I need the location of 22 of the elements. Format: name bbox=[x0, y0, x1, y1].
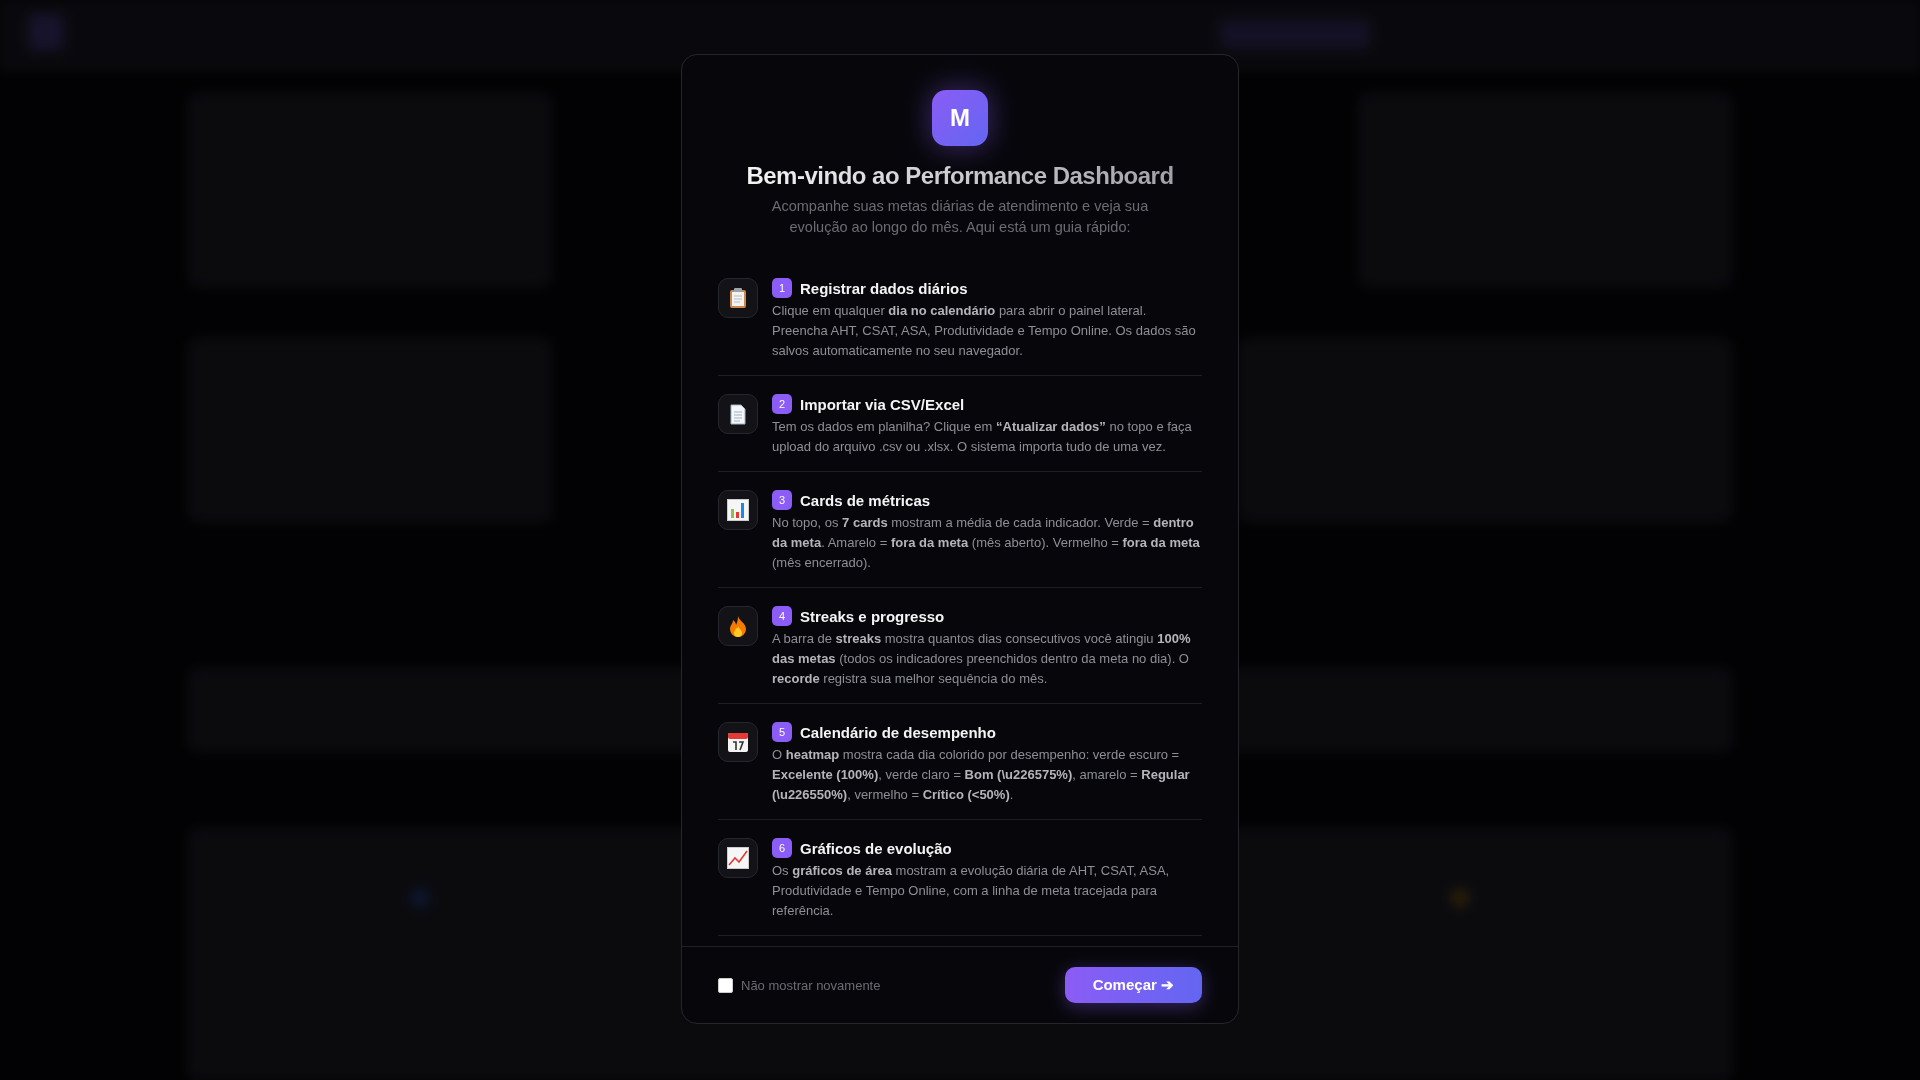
checkbox-label: Não mostrar novamente bbox=[741, 977, 881, 993]
step-title: Cards de métricas bbox=[800, 491, 931, 509]
app-logo: M bbox=[932, 90, 988, 146]
start-button[interactable]: Começar ➔ bbox=[1064, 967, 1202, 1003]
step-title: Streaks e progresso bbox=[800, 607, 945, 625]
step-title: Calendário de desempenho bbox=[800, 723, 996, 741]
modal-subtitle: Acompanhe suas metas diárias de atendimento e veja sua evolução ao longo do mês. Aqui está um guia rápido: bbox=[770, 197, 1150, 237]
step-number: 4 bbox=[772, 606, 792, 626]
step-number: 3 bbox=[772, 490, 792, 510]
step-description: Clique em qualquer dia no calendário para abrir o painel lateral. Preencha AHT, CSAT, ASA, Produtividade e Tempo Online. Os dados são salvos automaticamente no seu navegador. bbox=[772, 302, 1197, 360]
step-number: 2 bbox=[772, 394, 792, 414]
step-title: Gráficos de evolução bbox=[800, 839, 952, 857]
step-number: 1 bbox=[772, 278, 792, 298]
step-title: Importar via CSV/Excel bbox=[800, 395, 965, 413]
step-title: Registrar dados diários bbox=[800, 279, 968, 297]
step-description: O heatmap mostra cada dia colorido por desempenho: verde escuro = Excelente (100%), verde claro = Bom (\u226575%), amarelo = Regular (\u226550%), vermelho = Crítico (<50%). bbox=[772, 746, 1191, 804]
step-number: 6 bbox=[772, 838, 792, 858]
step-description: Tem os dados em planilha? Clique em “Atualizar dados” no topo e faça upload do arquivo .csv ou .xlsx. O sistema importa tudo de uma vez. bbox=[772, 418, 1193, 456]
step-description: Os gráficos de área mostram a evolução diária de AHT, CSAT, ASA, Produtividade e Tempo Online, com a linha de meta tracejada para referência. bbox=[772, 862, 1171, 920]
step-description: A barra de streaks mostra quantos dias consecutivos você atingiu 100% das metas (todos os indicadores preenchidos dentro da meta no dia). O recorde registra sua melhor sequência do mês. bbox=[772, 630, 1192, 688]
step-description: No topo, os 7 cards mostram a média de cada indicador. Verde = dentro da meta. Amarelo = fora da meta (mês aberto). Vermelho = fora da meta (mês encerrado). bbox=[772, 514, 1201, 572]
step-number: 5 bbox=[772, 722, 792, 742]
